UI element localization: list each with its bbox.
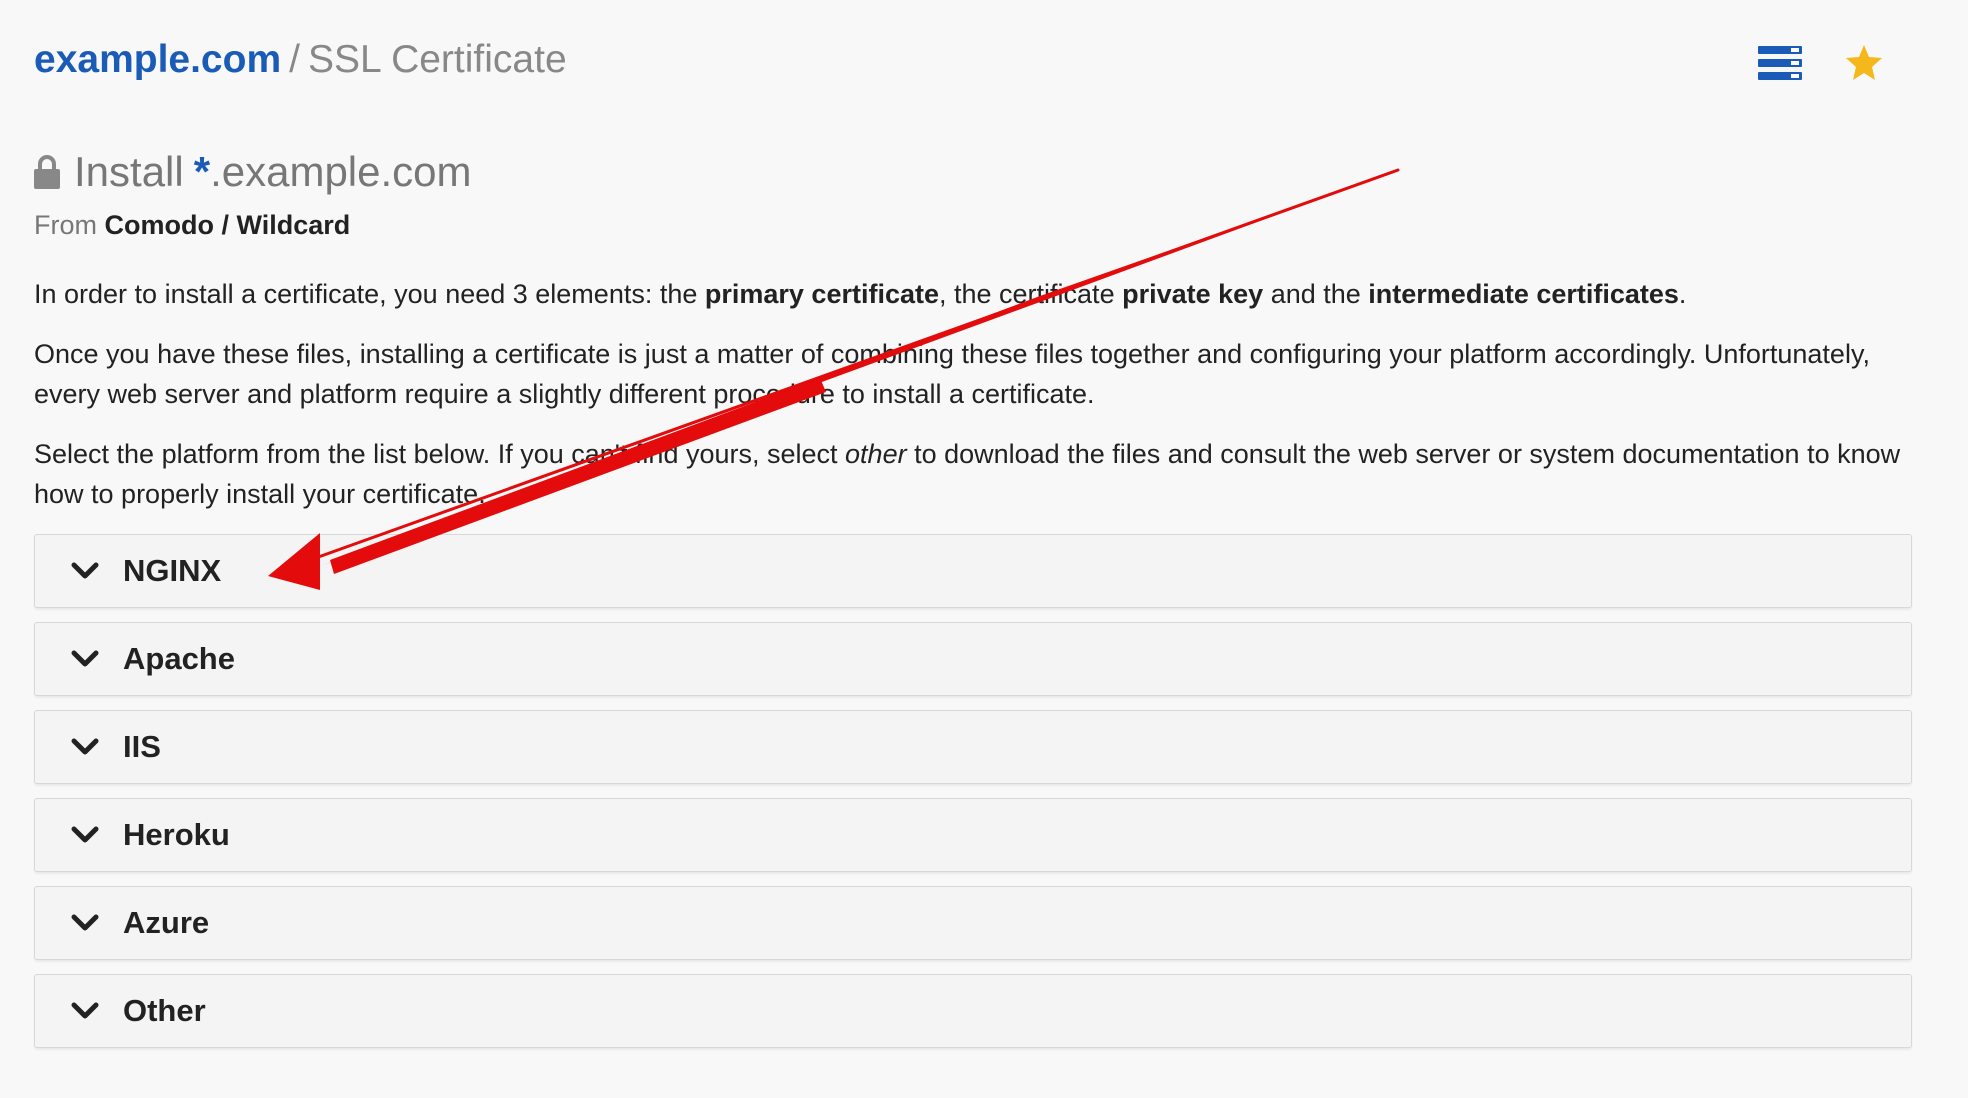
platform-label: IIS [123,729,161,764]
platform-label: Azure [123,905,210,940]
intro-text-4: . [1678,279,1687,309]
star-icon [1846,45,1882,80]
from-label: From [34,210,97,240]
intro-paragraph: In order to install a certificate, you n… [34,274,1914,314]
select-other-emphasis: other [845,439,907,469]
platform-item-iis[interactable]: IIS [34,710,1912,784]
intro-text-3: and the [1263,279,1369,309]
breadcrumb: example.com / SSL Certificate [34,36,567,84]
install-domain: .example.com [210,148,472,195]
top-bar: example.com / SSL Certificate [34,32,1914,92]
chevron-down-icon [65,991,105,1031]
wildcard-symbol: * [193,148,211,195]
issuer-name: Comodo / Wildcard [104,210,351,240]
platform-label: Other [123,993,206,1028]
platform-item-heroku[interactable]: Heroku [34,798,1912,872]
install-heading: Install * .example.com [34,142,472,202]
breadcrumb-current-page: SSL Certificate [307,38,567,81]
breadcrumb-separator: / [289,38,300,81]
select-text-1: Select the platform from the list below.… [34,439,846,469]
chevron-down-icon [65,551,105,591]
lock-icon [34,155,60,189]
chevron-down-icon [65,727,105,767]
intro-text-2: , the certificate [939,279,1123,309]
list-view-button[interactable] [1754,38,1806,88]
procedure-paragraph: Once you have these files, installing a … [34,339,1870,409]
platform-label: Apache [123,641,235,676]
platform-accordion: NGINX Apache IIS Heroku Azure Other [34,534,1914,1062]
intro-text-1: In order to install a certificate, you n… [34,279,705,309]
intro-private-key: private key [1122,279,1264,309]
favorite-button[interactable] [1838,38,1890,88]
top-actions [1754,38,1914,88]
intro-intermediate-certificates: intermediate certificates [1368,279,1679,309]
platform-item-nginx[interactable]: NGINX [34,534,1912,608]
platform-label: NGINX [123,553,222,588]
list-icon [1758,46,1802,80]
platform-item-other[interactable]: Other [34,974,1912,1048]
platform-item-azure[interactable]: Azure [34,886,1912,960]
chevron-down-icon [65,903,105,943]
certificate-source: From Comodo / Wildcard [34,210,350,241]
platform-item-apache[interactable]: Apache [34,622,1912,696]
intro-primary-certificate: primary certificate [704,279,939,309]
platform-label: Heroku [123,817,230,852]
chevron-down-icon [65,639,105,679]
breadcrumb-domain-link[interactable]: example.com [34,38,281,81]
select-platform-paragraph: Select the platform from the list below.… [34,434,1914,514]
install-label: Install [74,148,184,195]
chevron-down-icon [65,815,105,855]
